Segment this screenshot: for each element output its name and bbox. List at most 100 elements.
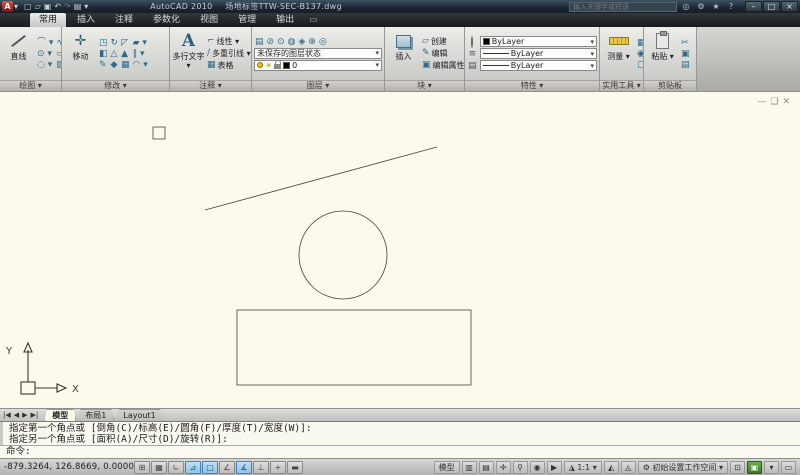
prev-tab-icon[interactable]: ◀: [13, 411, 20, 419]
quick-view-drawings-icon[interactable]: ▤: [479, 461, 494, 474]
undo-icon[interactable]: ↶: [54, 1, 61, 12]
coordinate-display[interactable]: -879.3264, 126.8669, 0.0000: [4, 462, 132, 472]
layer-isolate-icon[interactable]: ⊙: [277, 37, 285, 47]
layer-properties-icon[interactable]: ▤: [255, 37, 264, 47]
canvas-restore-icon[interactable]: ❑: [770, 97, 778, 107]
block-edit[interactable]: ✎编辑: [422, 48, 464, 59]
annotation-scale-button[interactable]: ◮ 1:1 ▾: [564, 461, 602, 474]
osnap-toggle[interactable]: □: [202, 461, 218, 474]
circle-icon[interactable]: ⊙ ▾: [37, 49, 53, 59]
next-tab-icon[interactable]: ▶: [21, 411, 28, 419]
erase-icon[interactable]: ▰ ▾: [133, 38, 148, 48]
app-status-icon[interactable]: ▣: [747, 461, 762, 474]
dyn-toggle[interactable]: +: [270, 461, 286, 474]
otrack-toggle[interactable]: ∡: [236, 461, 252, 474]
scale-icon[interactable]: ▲: [121, 49, 130, 59]
redo-icon[interactable]: ↷: [64, 1, 71, 12]
lineweight-dropdown[interactable]: ByLayer ▾: [480, 60, 597, 71]
cut-icon[interactable]: ✂: [681, 38, 690, 48]
tab-annotate[interactable]: 注释: [106, 13, 142, 27]
steering-wheel-icon[interactable]: ◉: [530, 461, 545, 474]
favorites-icon[interactable]: ★: [710, 2, 722, 11]
table[interactable]: ▦表格: [207, 60, 251, 71]
ribbon-minimize-icon[interactable]: ▭: [305, 13, 322, 27]
paste-button[interactable]: 粘贴 ▾: [646, 28, 679, 79]
tab-view[interactable]: 视图: [191, 13, 227, 27]
multileader[interactable]: ∕多重引线 ▾: [207, 48, 251, 59]
pedit-icon[interactable]: ✎: [99, 60, 108, 70]
panel-title-draw[interactable]: 绘图 ▾: [0, 80, 61, 91]
small-square[interactable]: [153, 127, 165, 139]
panel-title-clipboard[interactable]: 剪贴板: [644, 80, 696, 91]
ortho-toggle[interactable]: ∟: [168, 461, 184, 474]
polyline-icon[interactable]: ∿: [56, 38, 61, 48]
panel-title-utilities[interactable]: 实用工具 ▾: [600, 80, 643, 91]
tab-insert[interactable]: 插入: [68, 13, 104, 27]
panel-title-layers[interactable]: 图层 ▾: [252, 80, 384, 91]
linetype-dropdown[interactable]: ByLayer ▾: [480, 48, 597, 59]
polar-toggle[interactable]: ⊿: [185, 461, 201, 474]
revision-cloud-icon[interactable]: ◌ ▾: [37, 60, 53, 70]
help-icon[interactable]: ?: [725, 2, 737, 11]
workspace-switcher[interactable]: ⚙ 初始设置工作空间 ▾: [638, 461, 728, 474]
canvas-close-icon[interactable]: ✕: [782, 97, 790, 107]
close-icon[interactable]: ×: [781, 1, 798, 12]
qat-dropdown-icon[interactable]: ▾: [84, 1, 88, 12]
zoom-icon[interactable]: ⚲: [513, 461, 528, 474]
object-color-dropdown[interactable]: ByLayer ▾: [480, 36, 597, 47]
save-icon[interactable]: ▣: [44, 1, 52, 12]
osnap3d-toggle[interactable]: ∠: [219, 461, 235, 474]
layer-dropdown[interactable]: ☀ 0 ▾: [254, 60, 382, 71]
open-icon[interactable]: ▱: [35, 1, 41, 12]
infocenter-search-input[interactable]: [569, 2, 677, 12]
mtext-button[interactable]: A 多行文字 ▾: [172, 28, 205, 79]
quick-select-icon[interactable]: ▦: [637, 38, 643, 48]
stretch-icon[interactable]: △: [111, 49, 119, 59]
grid-toggle[interactable]: ▦: [151, 461, 167, 474]
explode-icon[interactable]: ◆: [111, 60, 119, 70]
command-input-line[interactable]: 命令:: [0, 445, 800, 458]
insert-block-button[interactable]: 插入: [387, 28, 420, 79]
tab-output[interactable]: 输出: [267, 13, 303, 27]
fillet-icon[interactable]: ◠ ▾: [133, 60, 148, 70]
quick-calc-icon[interactable]: ◉: [637, 49, 643, 59]
minimize-icon[interactable]: –: [745, 1, 762, 12]
app-menu-button[interactable]: A ▾: [2, 1, 18, 12]
panel-title-properties[interactable]: 特性 ▾: [465, 80, 599, 91]
subscription-icon[interactable]: ⚙: [695, 2, 707, 11]
snap-toggle[interactable]: ⊞: [134, 461, 150, 474]
tab-layout1-en[interactable]: Layout1: [115, 409, 163, 421]
lineweight-toggle[interactable]: ▬: [287, 461, 303, 474]
plot-icon[interactable]: ▤: [74, 1, 82, 12]
search-icon[interactable]: ◎: [680, 2, 692, 11]
canvas-minimize-icon[interactable]: —: [757, 97, 766, 107]
drawn-rectangle[interactable]: [237, 310, 471, 385]
layer-lock-icon[interactable]: ◈: [298, 37, 305, 47]
arc-icon[interactable]: ⌒ ▾: [37, 38, 53, 48]
drawn-circle[interactable]: [299, 211, 387, 299]
annotation-autoscale-icon[interactable]: ◬: [621, 461, 636, 474]
diagonal-line[interactable]: [205, 147, 437, 210]
panel-title-modify[interactable]: 修改 ▾: [62, 80, 169, 91]
mirror-icon[interactable]: ◧: [99, 49, 108, 59]
layer-off-icon[interactable]: ⊘: [267, 37, 275, 47]
array-icon[interactable]: ▦: [121, 60, 130, 70]
line-button[interactable]: 直线: [2, 28, 35, 79]
layer-state-dropdown[interactable]: 未保存的图层状态 ▾: [254, 48, 382, 59]
layer-freeze-icon[interactable]: ◍: [288, 37, 296, 47]
tab-home[interactable]: 常用: [30, 13, 66, 27]
annotation-visibility-icon[interactable]: ◭: [604, 461, 619, 474]
copy-clip-icon[interactable]: ▣: [681, 49, 690, 59]
pan-icon[interactable]: ✛: [496, 461, 511, 474]
drawing-canvas[interactable]: —❑✕ Y X: [0, 92, 800, 408]
rectangle-icon[interactable]: ▭: [56, 49, 61, 59]
last-tab-icon[interactable]: ▶|: [30, 411, 40, 419]
showmotion-icon[interactable]: ▶: [547, 461, 562, 474]
quick-view-layouts-icon[interactable]: ▥: [462, 461, 477, 474]
layer-previous-icon[interactable]: ◎: [319, 37, 327, 47]
trim-icon[interactable]: ◸: [121, 38, 130, 48]
layer-match-icon[interactable]: ⊕: [308, 37, 316, 47]
block-create[interactable]: ▱创建: [422, 36, 464, 47]
linear-dimension[interactable]: ⌐线性 ▾: [207, 36, 251, 47]
model-space-button[interactable]: 模型: [434, 461, 460, 474]
